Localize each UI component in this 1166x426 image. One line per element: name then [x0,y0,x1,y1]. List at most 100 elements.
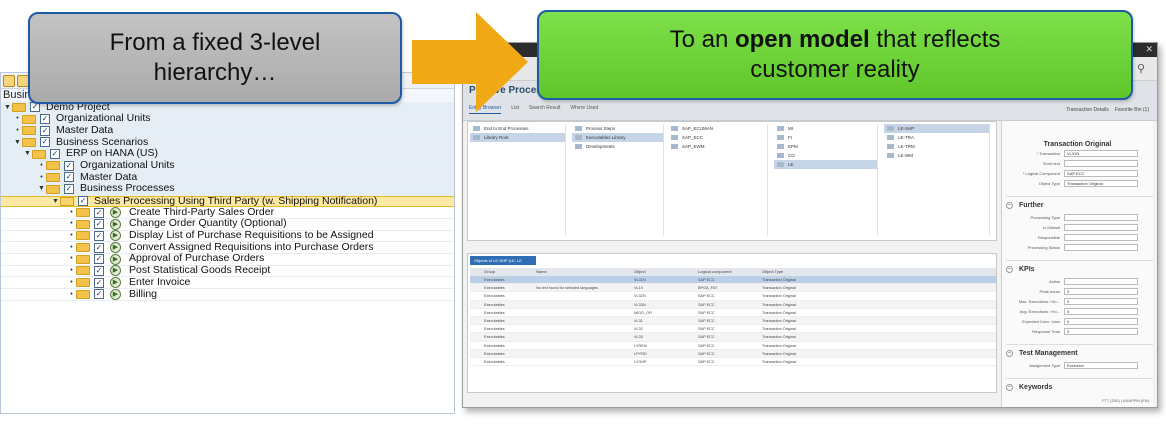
field-value[interactable] [1064,244,1138,251]
expand-toggle-icon[interactable]: ▼ [13,137,22,149]
field-value[interactable] [1064,234,1138,241]
table-row[interactable]: Executables LPYRD SAP ECC Transaction Origi… [470,349,996,358]
field-value[interactable]: 0 [1064,318,1138,325]
browser-item[interactable]: MI [774,124,877,133]
expand-toggle-icon[interactable]: • [37,172,46,184]
field-value[interactable]: 0 [1064,288,1138,295]
expand-toggle-icon[interactable]: • [67,253,76,265]
collapse-icon[interactable]: − [1006,350,1013,357]
field-value[interactable]: Transaction Original [1064,180,1138,187]
checkbox[interactable]: ✓ [94,219,104,230]
objects-tab[interactable]: Objects of LE-SHP (LE, LE [470,256,536,265]
field-value[interactable]: SAP ECC [1064,170,1138,177]
column-header[interactable]: Name [536,268,634,276]
browser-item[interactable]: SAP_EWM [668,142,767,151]
browser-item[interactable]: EPM [774,142,877,151]
toolbar-button-icon[interactable] [3,74,15,87]
header-link[interactable]: Transaction Details [1066,107,1109,113]
browser-item[interactable]: Process Steps [572,124,663,133]
table-row[interactable]: Executables VL32 SAP ECC Transaction Origin… [470,325,996,334]
table-row[interactable]: Executables LYGHP SAP ECC Transaction Origi… [470,358,996,367]
collapse-icon[interactable]: − [1006,266,1013,273]
expand-toggle-icon[interactable]: • [67,218,76,230]
tree-row[interactable]: • ✓ ▶ Billing [1,288,454,301]
browser-item[interactable]: LE-WM [884,151,989,160]
checkbox[interactable]: ✓ [94,254,104,265]
field-value[interactable]: 0 [1064,328,1138,335]
browser-item[interactable]: SAP_ECUMAN [668,124,767,133]
browser-item[interactable]: CO [774,151,877,160]
expand-toggle-icon[interactable]: • [37,160,46,172]
section-test-management[interactable]: − Test Management [1006,344,1153,357]
field-value[interactable]: VL31N [1064,150,1138,157]
browser-item[interactable]: LE [774,160,877,169]
browser-item[interactable]: Library Root [470,133,565,142]
checkbox[interactable]: ✓ [40,125,50,136]
section-keywords[interactable]: − Keywords [1006,378,1153,391]
tree-row[interactable]: • ✓ Master Data [1,171,454,184]
field-value[interactable] [1064,278,1138,285]
checkbox[interactable]: ✓ [94,265,104,276]
browser-item[interactable]: SAP_ECC [668,133,767,142]
checkbox[interactable]: ✓ [94,230,104,241]
browser-item[interactable]: FI [774,133,877,142]
expand-toggle-icon[interactable]: • [13,113,22,125]
field-value[interactable]: Exclusive [1064,362,1138,369]
collapse-icon[interactable]: − [1006,384,1013,391]
tab-search-result[interactable]: Search Result [529,105,560,114]
browser-item[interactable]: End to End Processes [470,124,565,133]
expand-toggle-icon[interactable]: • [67,277,76,289]
checkbox[interactable]: ✓ [64,172,74,183]
collapse-icon[interactable]: − [1006,202,1013,209]
table-row[interactable]: Executables VL33 SAP ECC Transaction Origin… [470,333,996,342]
tree-row[interactable]: • ✓ ▶ Enter Invoice [1,276,454,289]
expand-toggle-icon[interactable]: • [13,125,22,137]
table-row[interactable]: Executables LYREM SAP ECC Transaction Origi… [470,342,996,350]
tree-row[interactable]: ▼ ✓ ERP on HANA (US) [1,148,454,161]
browser-item[interactable]: Executables Library [572,133,663,142]
field-value[interactable] [1064,214,1138,221]
table-row[interactable]: Executables VL33N SAP ECC Transaction Origi… [470,300,996,309]
header-link[interactable]: Favorite Bin (1) [1115,107,1149,113]
table-row[interactable]: Executables MIGO_GR SAP ECC Transaction Ori… [470,309,996,317]
browser-item[interactable]: LE-TRM [884,142,989,151]
field-value[interactable]: 0 [1064,308,1138,315]
table-row[interactable]: Executables VL32N SAP ECC Transaction Origi… [470,292,996,301]
expand-toggle-icon[interactable]: ▼ [37,183,46,195]
expand-toggle-icon[interactable]: ▼ [51,196,60,208]
field-value[interactable]: 0 [1064,298,1138,305]
table-row[interactable]: Executables VL31N SAP ECC Transaction Origi… [470,276,996,285]
table-row[interactable]: Executables No text found for selected la… [470,284,996,293]
field-value[interactable] [1064,160,1138,167]
browser-item[interactable]: Developments [572,142,663,151]
column-header[interactable]: Object Type [762,268,826,276]
tab-where-used[interactable]: Where Used [570,105,598,114]
section-kpis[interactable]: − KPIs [1006,260,1153,273]
expand-toggle-icon[interactable]: • [67,265,76,277]
search-icon[interactable]: ⚲ [1137,62,1145,75]
checkbox[interactable]: ✓ [94,207,104,218]
browser-item[interactable]: LE-SHP [884,124,989,133]
checkbox[interactable]: ✓ [64,160,74,171]
expand-toggle-icon[interactable]: • [67,289,76,301]
browser-item[interactable]: LE-TRA [884,133,989,142]
tree-row[interactable]: • ✓ Organizational Units [1,159,454,173]
expand-toggle-icon[interactable]: • [67,207,76,219]
checkbox[interactable]: ✓ [94,277,104,288]
checkbox[interactable]: ✓ [40,114,50,125]
expand-toggle-icon[interactable]: • [67,242,76,254]
table-row[interactable]: Executables VL31 SAP ECC Transaction Origin… [470,316,996,326]
checkbox[interactable]: ✓ [64,184,74,195]
expand-toggle-icon[interactable]: ▼ [23,148,32,160]
tree-row[interactable]: ▼ ✓ Business Processes [1,183,454,196]
field-value[interactable] [1064,224,1138,231]
expand-toggle-icon[interactable]: • [67,230,76,242]
close-icon[interactable]: ✕ [1145,44,1153,55]
checkbox[interactable]: ✓ [78,196,88,207]
checkbox[interactable]: ✓ [50,149,60,160]
checkbox[interactable]: ✓ [94,242,104,253]
tree-row[interactable]: • ✓ ▶ Post Statistical Goods Receipt [1,264,454,278]
checkbox[interactable]: ✓ [94,289,104,300]
column-header[interactable]: Logical component [698,268,762,276]
section-further[interactable]: − Further [1006,196,1153,209]
